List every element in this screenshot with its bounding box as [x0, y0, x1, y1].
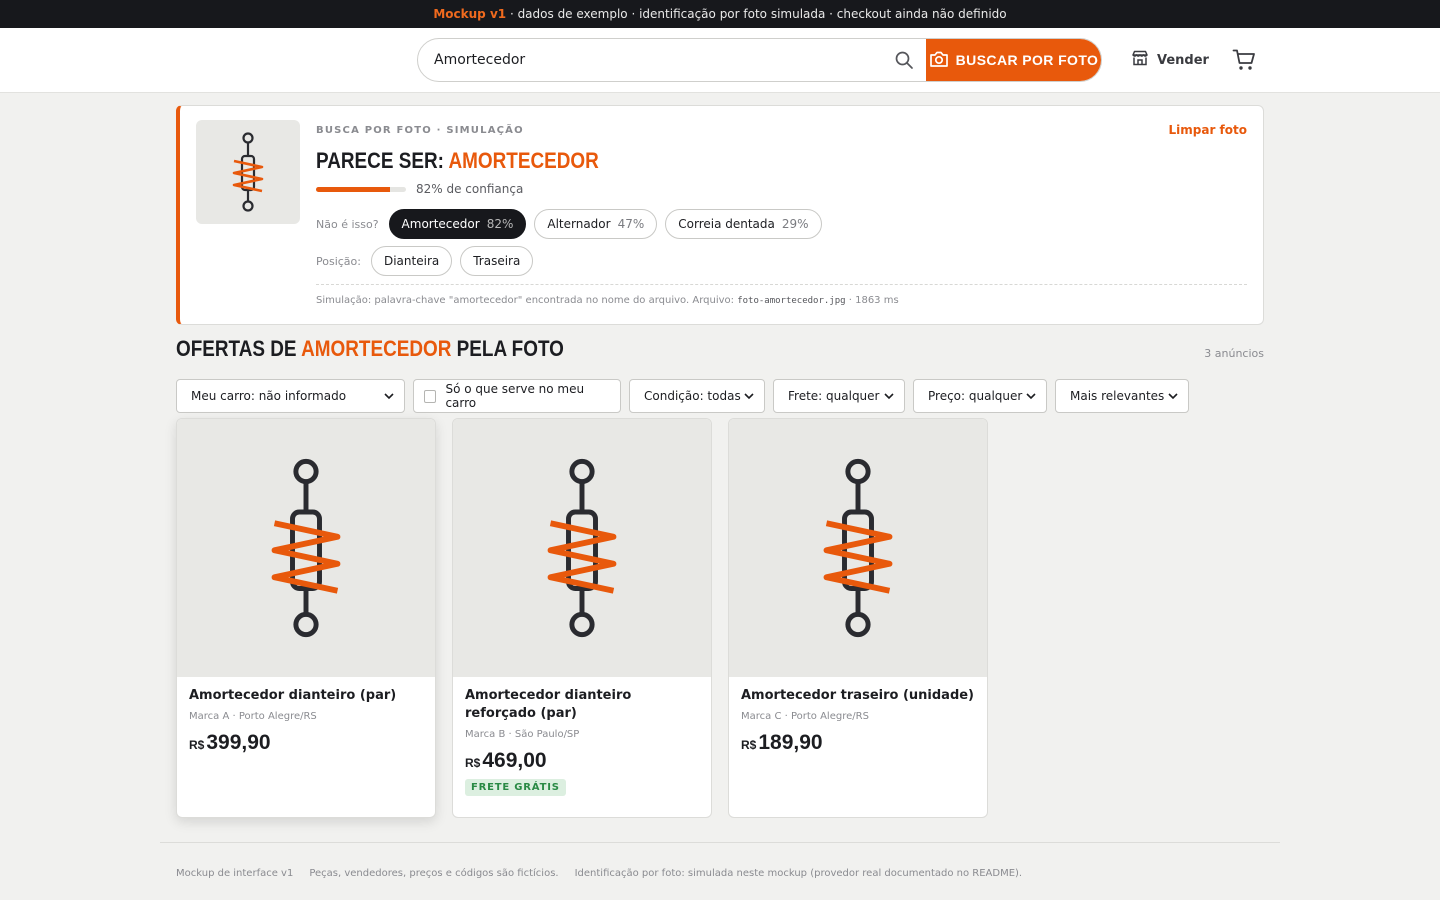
condition-select-value: Condição: todas: [644, 389, 741, 403]
car-select-value: Meu carro: não informado: [191, 389, 347, 403]
results-title-prefix: OFERTAS DE: [176, 336, 302, 361]
product-card[interactable]: Amortecedor traseiro (unidade) Marca C ·…: [728, 418, 988, 818]
chip-name: Correia dentada: [678, 217, 775, 231]
position-row: Posição: Dianteira Traseira: [316, 246, 534, 276]
chip-name: Alternador: [547, 217, 611, 231]
chip-pct: 47%: [617, 217, 645, 231]
product-title[interactable]: Amortecedor dianteiro (par): [189, 687, 423, 705]
chevron-down-icon: [744, 392, 754, 399]
filter-bar: Meu carro: não informado Só o que serve …: [176, 379, 1189, 413]
fits-my-car-label: Só o que serve no meu carro: [445, 382, 585, 410]
results-title-suffix: PELA FOTO: [451, 336, 564, 361]
confidence-bar: [316, 186, 406, 192]
shock-absorber-icon: [271, 458, 341, 638]
product-card[interactable]: Amortecedor dianteiro reforçado (par) Ma…: [452, 418, 712, 818]
sort-select[interactable]: Mais relevantes: [1055, 379, 1189, 413]
confidence-bar-fill: [316, 186, 390, 192]
headline-prefix: PARECE SER:: [316, 148, 449, 173]
product-price: R$ 189,90: [741, 731, 975, 755]
car-select[interactable]: Meu carro: não informado: [176, 379, 405, 413]
banner-accent: Mockup v1: [433, 7, 507, 21]
position-chip-dianteira[interactable]: Dianteira: [370, 246, 453, 276]
identification-kicker: BUSCA POR FOTO · SIMULAÇÃO: [316, 125, 524, 136]
footer-photo-note: Identificação por foto: simulada neste m…: [574, 868, 1023, 879]
product-title[interactable]: Amortecedor traseiro (unidade): [741, 687, 975, 705]
results-count: 3 anúncios: [1204, 347, 1264, 360]
shipping-select-value: Frete: qualquer: [788, 389, 880, 403]
search-by-photo-label: BUSCAR POR FOTO: [955, 52, 1099, 68]
product-meta: Marca A · Porto Alegre/RS: [189, 711, 317, 722]
search-bar: BUSCAR POR FOTO: [417, 38, 1102, 82]
price-currency: R$: [189, 738, 205, 752]
clear-photo-link[interactable]: Limpar foto: [1169, 123, 1248, 137]
note-suffix: · 1863 ms: [845, 295, 899, 306]
chevron-down-icon: [384, 392, 394, 399]
price-currency: R$: [465, 756, 481, 770]
sort-select-value: Mais relevantes: [1070, 389, 1165, 403]
cart-icon[interactable]: [1232, 48, 1256, 76]
product-meta: Marca C · Porto Alegre/RS: [741, 711, 869, 722]
chevron-down-icon: [1168, 392, 1178, 399]
chip-pct: 29%: [781, 217, 809, 231]
fits-my-car-checkbox[interactable]: Só o que serve no meu carro: [413, 379, 621, 413]
chevron-down-icon: [884, 392, 894, 399]
store-icon: [1131, 50, 1149, 70]
product-price: R$ 469,00: [465, 749, 699, 773]
results-title: OFERTAS DE AMORTECEDOR PELA FOTO: [176, 336, 564, 362]
footer-disclaimer: Peças, vendedores, preços e códigos são …: [309, 868, 559, 879]
site-header: BUSCAR POR FOTO Vender: [0, 28, 1440, 93]
shock-absorber-icon: [232, 132, 264, 212]
sell-link[interactable]: Vender: [1131, 50, 1209, 70]
search-by-photo-button[interactable]: BUSCAR POR FOTO: [926, 39, 1101, 81]
alternatives-row: Não é isso? Amortecedor 82% Alternador 47%…: [316, 209, 822, 239]
price-currency: R$: [741, 738, 757, 752]
price-value: 469,00: [482, 749, 547, 772]
confidence-meter: 82% de confiança: [316, 182, 523, 196]
sell-label: Vender: [1157, 52, 1209, 68]
product-price: R$ 399,90: [189, 731, 423, 755]
chip-name: Amortecedor: [401, 217, 480, 231]
product-image: [177, 419, 435, 677]
checkbox-box[interactable]: [424, 389, 437, 403]
note-filename: foto-amortecedor.jpg: [737, 296, 846, 306]
product-image: [453, 419, 711, 677]
shipping-select[interactable]: Frete: qualquer: [773, 379, 905, 413]
chevron-down-icon: [1026, 392, 1036, 399]
mockup-banner: Mockup v1 · dados de exemplo · identific…: [0, 0, 1440, 28]
uploaded-photo-thumbnail: [196, 120, 300, 224]
product-grid: Amortecedor dianteiro (par) Marca A · Po…: [176, 418, 988, 818]
price-value: 399,90: [206, 731, 271, 754]
identification-headline: PARECE SER: AMORTECEDOR: [316, 148, 599, 174]
banner-text: · dados de exemplo · identificação por f…: [506, 7, 1007, 21]
confidence-text: 82% de confiança: [416, 182, 524, 196]
product-title[interactable]: Amortecedor dianteiro reforçado (par): [465, 687, 699, 723]
shock-absorber-icon: [547, 458, 617, 638]
camera-icon: [929, 50, 949, 71]
alternative-chip-correia-dentada[interactable]: Correia dentada 29%: [665, 209, 822, 239]
results-title-item: AMORTECEDOR: [301, 336, 452, 361]
alternative-chip-amortecedor[interactable]: Amortecedor 82%: [388, 209, 527, 239]
site-footer: Mockup de interface v1 Peças, vendedores…: [160, 842, 1280, 879]
product-card[interactable]: Amortecedor dianteiro (par) Marca A · Po…: [176, 418, 436, 818]
search-icon[interactable]: [882, 39, 926, 81]
footer-version: Mockup de interface v1: [176, 868, 294, 879]
photo-identification-panel: BUSCA POR FOTO · SIMULAÇÃO Limpar foto P…: [176, 105, 1264, 325]
note-prefix: Simulação: palavra-chave "amortecedor" e…: [316, 295, 738, 306]
simulation-note: Simulação: palavra-chave "amortecedor" e…: [316, 284, 1247, 306]
price-value: 189,90: [758, 731, 823, 754]
price-select[interactable]: Preço: qualquer: [913, 379, 1047, 413]
price-select-value: Preço: qualquer: [928, 389, 1023, 403]
product-image: [729, 419, 987, 677]
identified-part: AMORTECEDOR: [448, 148, 599, 173]
chip-pct: 82%: [486, 217, 514, 231]
search-input[interactable]: [418, 39, 882, 81]
alternative-chip-alternador[interactable]: Alternador 47%: [534, 209, 658, 239]
position-label: Posição:: [316, 254, 361, 268]
free-shipping-badge: FRETE GRÁTIS: [465, 779, 566, 796]
alternatives-label: Não é isso?: [316, 217, 379, 231]
condition-select[interactable]: Condição: todas: [629, 379, 765, 413]
product-meta: Marca B · São Paulo/SP: [465, 729, 580, 740]
position-chip-traseira[interactable]: Traseira: [460, 246, 534, 276]
shock-absorber-icon: [823, 458, 893, 638]
